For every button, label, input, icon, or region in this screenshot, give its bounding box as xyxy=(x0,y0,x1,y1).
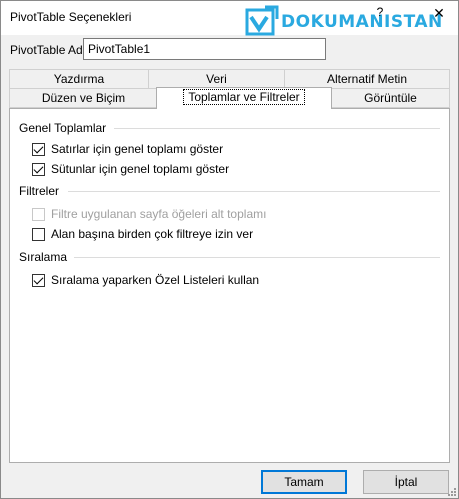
tab-alt-text[interactable]: Alternatif Metin xyxy=(284,69,450,89)
subtotal-filtered-page-items-checkbox xyxy=(32,207,45,221)
allow-multiple-filters-checkbox[interactable] xyxy=(32,227,45,241)
tab-display-label: Görüntüle xyxy=(364,91,417,105)
watermark-logo: DOKUMANISTAN xyxy=(245,5,443,39)
filters-divider xyxy=(68,191,440,192)
tab-printing[interactable]: Yazdırma xyxy=(9,69,149,89)
show-column-grand-totals-label: Sütunlar için genel toplamı göster xyxy=(51,162,230,176)
sorting-heading: Sıralama xyxy=(19,250,68,264)
tab-layout-format[interactable]: Düzen ve Biçim xyxy=(9,88,158,108)
pivottable-options-dialog: PivotTable Seçenekleri DOKUMANISTAN ? ✕ … xyxy=(0,0,459,499)
allow-multiple-filters-option[interactable]: Alan başına birden çok filtreye izin ver xyxy=(32,226,253,242)
tab-alt-text-label: Alternatif Metin xyxy=(326,72,408,86)
pivottable-name-input[interactable] xyxy=(83,38,326,60)
tab-totals-filters-label: Toplamlar ve Filtreler xyxy=(183,89,305,105)
allow-multiple-filters-label: Alan başına birden çok filtreye izin ver xyxy=(51,227,254,241)
logo-icon xyxy=(245,5,279,36)
tab-printing-label: Yazdırma xyxy=(53,72,105,86)
close-button[interactable]: ✕ xyxy=(431,5,447,23)
dialog-title: PivotTable Seçenekleri xyxy=(10,10,132,24)
resize-grip-icon[interactable] xyxy=(447,487,457,497)
tab-display[interactable]: Görüntüle xyxy=(331,88,450,108)
tab-layout-format-label: Düzen ve Biçim xyxy=(41,91,126,105)
show-column-grand-totals-option[interactable]: Sütunlar için genel toplamı göster xyxy=(32,161,229,177)
grand-totals-divider xyxy=(114,128,440,129)
help-button[interactable]: ? xyxy=(372,5,388,23)
use-custom-lists-option[interactable]: Sıralama yaparken Özel Listeleri kullan xyxy=(32,272,259,288)
logo-text: DOKUMANISTAN xyxy=(281,12,443,32)
tab-data[interactable]: Veri xyxy=(148,69,285,89)
subtotal-filtered-page-items-option: Filtre uygulanan sayfa öğeleri alt topla… xyxy=(32,206,266,222)
show-row-grand-totals-label: Satırlar için genel toplamı göster xyxy=(51,142,224,156)
subtotal-filtered-page-items-label: Filtre uygulanan sayfa öğeleri alt topla… xyxy=(51,207,267,221)
tab-data-label: Veri xyxy=(206,72,227,86)
filters-heading: Filtreler xyxy=(19,184,60,198)
use-custom-lists-checkbox[interactable] xyxy=(32,273,45,287)
ok-button[interactable]: Tamam xyxy=(261,470,347,494)
sorting-divider xyxy=(74,257,440,258)
tab-totals-filters[interactable]: Toplamlar ve Filtreler xyxy=(156,87,332,109)
show-column-grand-totals-checkbox[interactable] xyxy=(32,162,45,176)
cancel-button[interactable]: İptal xyxy=(363,470,449,494)
use-custom-lists-label: Sıralama yaparken Özel Listeleri kullan xyxy=(51,273,260,287)
grand-totals-heading: Genel Toplamlar xyxy=(19,121,107,135)
pivottable-name-label: PivotTable Adı: xyxy=(10,43,90,57)
show-row-grand-totals-option[interactable]: Satırlar için genel toplamı göster xyxy=(32,141,223,157)
totals-filters-panel: Genel Toplamlar Satırlar için genel topl… xyxy=(9,108,450,463)
title-bar: PivotTable Seçenekleri DOKUMANISTAN ? ✕ xyxy=(1,1,458,36)
show-row-grand-totals-checkbox[interactable] xyxy=(32,142,45,156)
